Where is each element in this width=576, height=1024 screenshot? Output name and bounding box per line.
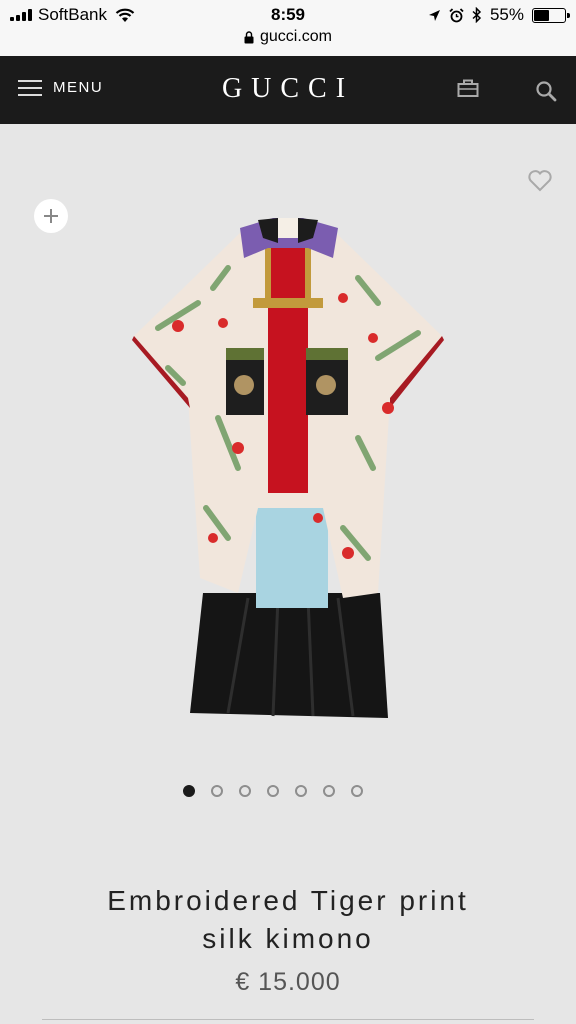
product-title-line2: silk kimono [202, 923, 374, 954]
menu-button[interactable]: MENU [18, 79, 103, 96]
shopping-bag-icon[interactable] [457, 78, 479, 98]
alarm-icon [449, 7, 464, 22]
battery-icon [532, 7, 570, 23]
carousel-dot[interactable] [351, 785, 363, 797]
carousel-dot[interactable] [267, 785, 279, 797]
battery-percent: 55% [489, 5, 524, 24]
gucci-logo[interactable]: GUCCI [222, 73, 354, 104]
status-icons: 55% [428, 5, 570, 25]
battery-level [534, 9, 550, 21]
bluetooth-icon [472, 7, 482, 23]
hamburger-icon [18, 79, 42, 96]
product-image[interactable] [128, 208, 448, 728]
carousel-dot[interactable] [323, 785, 335, 797]
menu-label: MENU [53, 79, 104, 96]
heart-icon[interactable] [527, 169, 553, 193]
product-title-line1: Embroidered Tiger print [107, 885, 469, 916]
status-bar: SoftBank 8:59 gucci.com 55% [0, 0, 576, 56]
image-carousel-dots [183, 785, 363, 797]
product-price: € 15.000 [235, 968, 341, 996]
product-title: Embroidered Tiger print silk kimono [40, 882, 536, 958]
location-icon [428, 9, 440, 21]
zoom-button[interactable] [34, 199, 68, 233]
address-bar[interactable]: gucci.com [0, 28, 576, 46]
carousel-dot[interactable] [239, 785, 251, 797]
plus-icon [44, 209, 58, 223]
divider [42, 1019, 534, 1020]
lock-icon [244, 30, 254, 43]
site-header: MENU GUCCI [0, 56, 576, 124]
search-icon[interactable] [535, 80, 557, 102]
carousel-dot[interactable] [295, 785, 307, 797]
carousel-dot[interactable] [211, 785, 223, 797]
carousel-dot[interactable] [183, 785, 195, 797]
url-text: gucci.com [259, 28, 333, 45]
